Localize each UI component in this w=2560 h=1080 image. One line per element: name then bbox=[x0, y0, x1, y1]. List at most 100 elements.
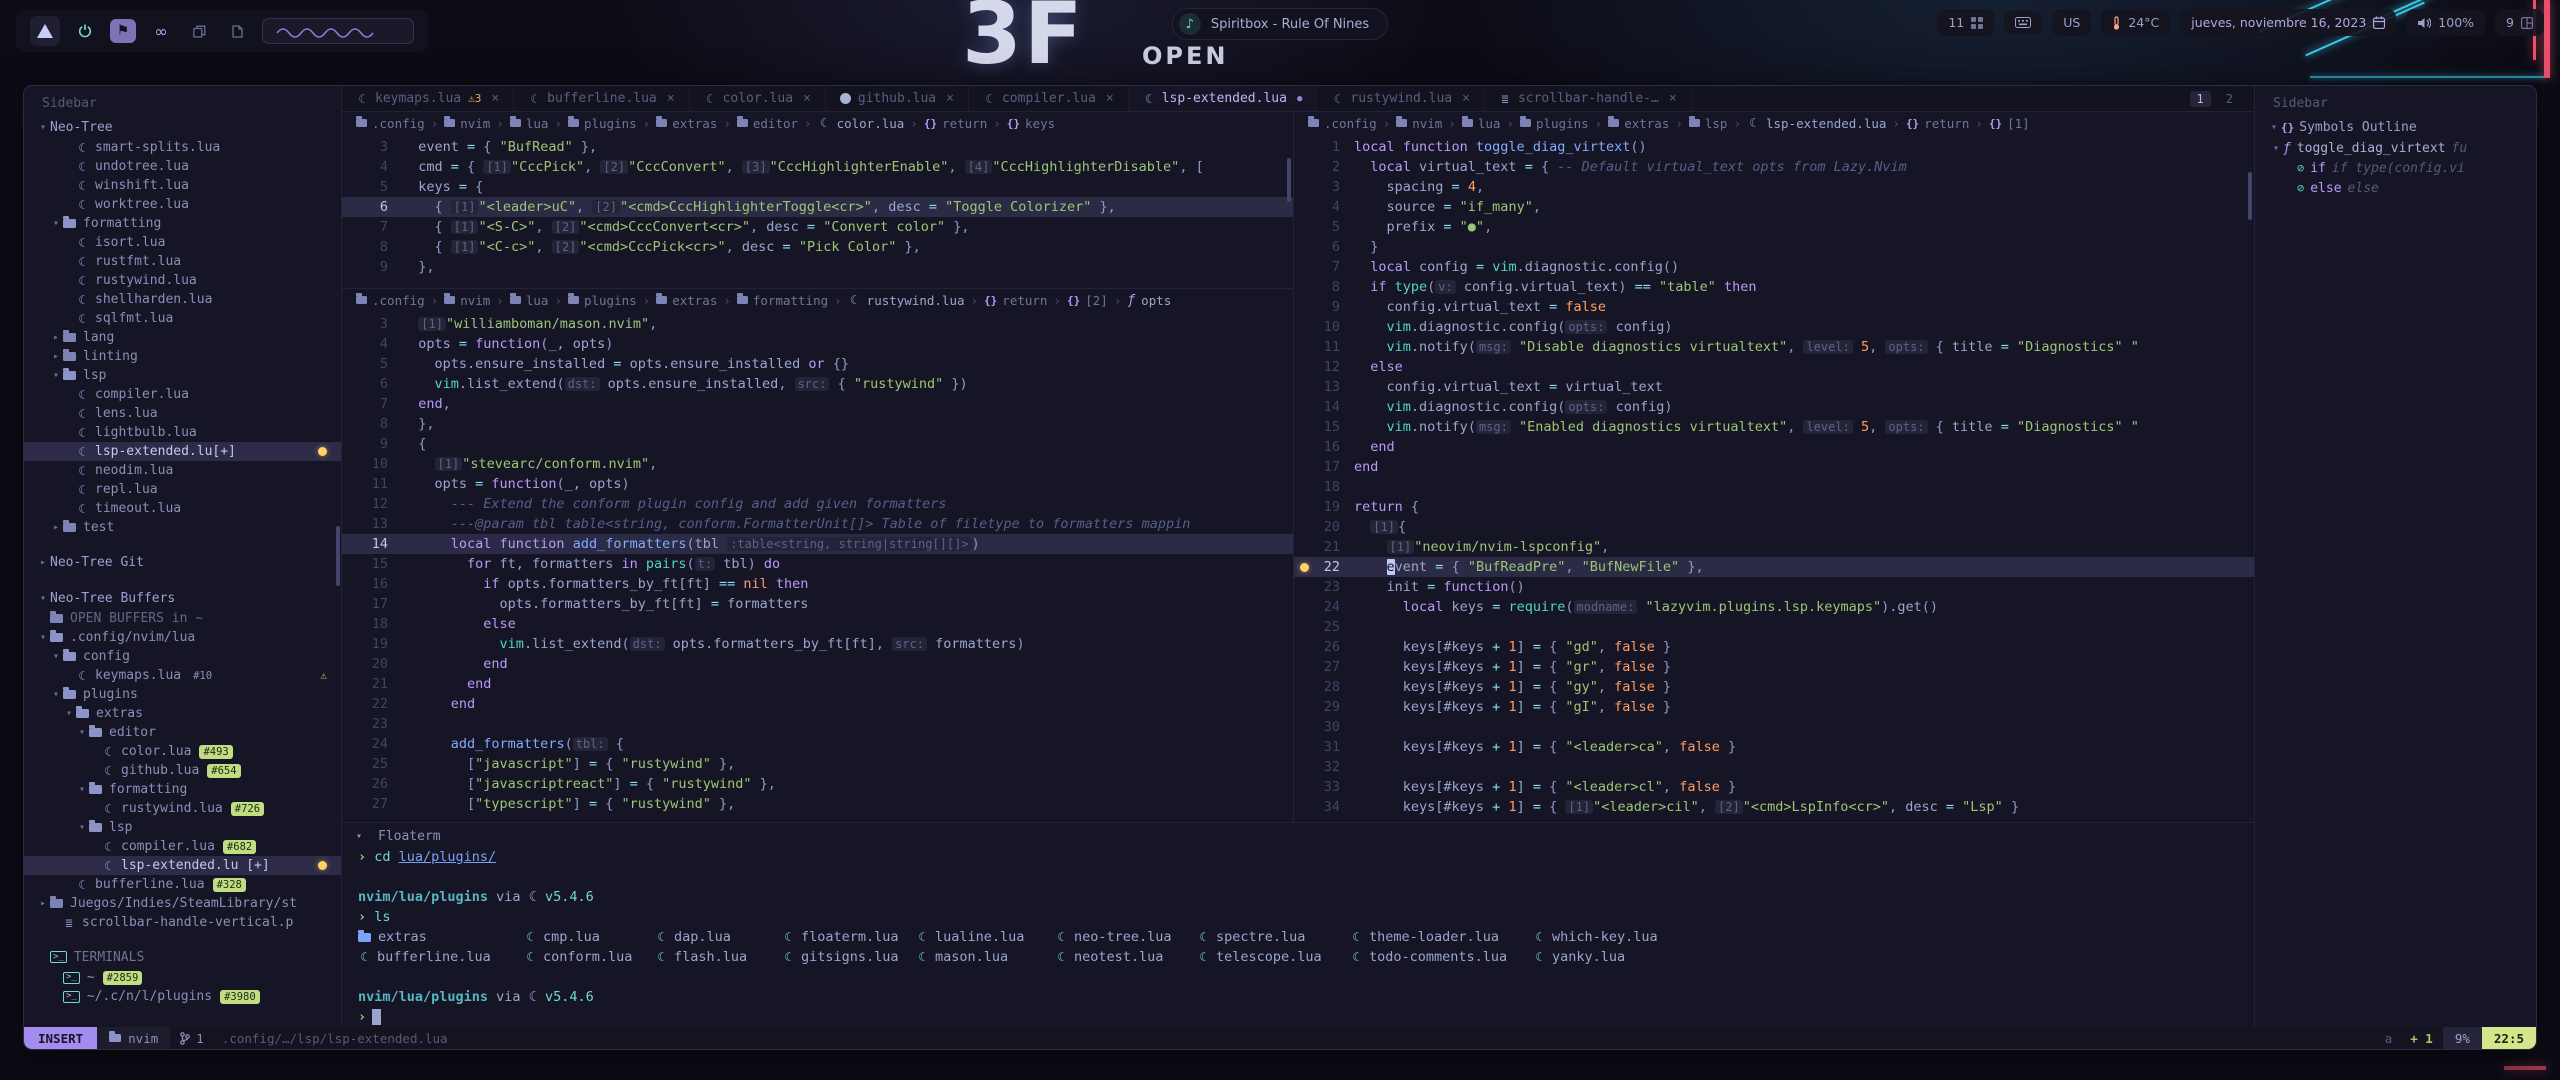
breadcrumb-item[interactable]: plugins bbox=[568, 116, 637, 131]
code-line[interactable]: 15 vim.notify(msg: "Enabled diagnostics … bbox=[1294, 417, 2254, 437]
tree-item-config-nvim-lua[interactable]: ▾.config/nvim/lua bbox=[24, 628, 341, 647]
code-line[interactable]: 21 [1]"neovim/nvim-lspconfig", bbox=[1294, 537, 2254, 557]
file-entry-neo-tree-lua[interactable]: ☾neo-tree.lua bbox=[1055, 929, 1197, 945]
file-entry-flash-lua[interactable]: ☾flash.lua bbox=[655, 949, 782, 965]
code-line[interactable]: 25 bbox=[1294, 617, 2254, 637]
code-line[interactable]: 4 opts = function(_, opts) bbox=[342, 334, 1293, 354]
tree-item-rustfmt-lua[interactable]: ☾rustfmt.lua bbox=[24, 252, 341, 271]
code-line[interactable]: 8 if type(v: config.virtual_text) == "ta… bbox=[1294, 277, 2254, 297]
code-line[interactable]: 12 else bbox=[1294, 357, 2254, 377]
tab-scrollbar-handle[interactable]: ≣scrollbar-handle-…× bbox=[1485, 86, 1692, 111]
file-entry-floaterm-lua[interactable]: ☾floaterm.lua bbox=[782, 929, 916, 945]
code-line[interactable]: 20 [1]{ bbox=[1294, 517, 2254, 537]
code-line[interactable]: 7 end, bbox=[342, 394, 1293, 414]
code-line[interactable]: 27 keys[#keys + 1] = { "gr", false } bbox=[1294, 657, 2254, 677]
code-line[interactable]: 8 { [1]"<C-c>", [2]"<cmd>CccPick<cr>", d… bbox=[342, 237, 1293, 257]
breadcrumb-item[interactable]: {}[2] bbox=[1067, 293, 1108, 308]
breadcrumb-item[interactable]: extras bbox=[1608, 116, 1669, 131]
close-icon[interactable]: × bbox=[803, 91, 811, 106]
code-line[interactable]: 25 ["javascript"] = { "rustywind" }, bbox=[342, 754, 1293, 774]
code-line[interactable]: 6 vim.list_extend(dst: opts.ensure_insta… bbox=[342, 374, 1293, 394]
file-entry-conform-lua[interactable]: ☾conform.lua bbox=[524, 949, 655, 965]
close-icon[interactable]: × bbox=[667, 91, 675, 106]
tree-item-lsp[interactable]: ▾lsp bbox=[24, 818, 341, 837]
breadcrumb-item[interactable]: {}return bbox=[1906, 116, 1969, 131]
breadcrumb-item[interactable]: .config bbox=[1308, 116, 1377, 131]
file-entry-dap-lua[interactable]: ☾dap.lua bbox=[655, 929, 782, 945]
code-line[interactable]: 24 add_formatters(tbl: { bbox=[342, 734, 1293, 754]
code-line[interactable]: 22 end bbox=[342, 694, 1293, 714]
updates-pill[interactable]: 11 bbox=[1937, 9, 1994, 36]
code-line[interactable]: 26 keys[#keys + 1] = { "gd", false } bbox=[1294, 637, 2254, 657]
volume-pill[interactable]: 100% bbox=[2406, 9, 2485, 36]
breadcrumb-item[interactable]: lsp bbox=[1689, 116, 1728, 131]
file-entry-gitsigns-lua[interactable]: ☾gitsigns.lua bbox=[782, 949, 916, 965]
file-entry-which-key-lua[interactable]: ☾which-key.lua bbox=[1533, 929, 1658, 945]
tree-item-lens-lua[interactable]: ☾lens.lua bbox=[24, 404, 341, 423]
tab-lsp-extended-lua[interactable]: ☾lsp-extended.lua● bbox=[1129, 86, 1318, 111]
tab-compiler-lua[interactable]: ☾compiler.lua× bbox=[969, 86, 1129, 111]
tree-item-formatting[interactable]: ▾formatting bbox=[24, 780, 341, 799]
tree-item-rustywind-lua[interactable]: ☾rustywind.lua#726 bbox=[24, 799, 341, 818]
code-area[interactable]: 3 [1]"williamboman/mason.nvim",4 opts = … bbox=[342, 311, 1293, 822]
file-entry-spectre-lua[interactable]: ☾spectre.lua bbox=[1197, 929, 1350, 945]
file-entry-telescope-lua[interactable]: ☾telescope.lua bbox=[1197, 949, 1350, 965]
tree-item-timeout-lua[interactable]: ☾timeout.lua bbox=[24, 499, 341, 518]
tree-item-sqlfmt-lua[interactable]: ☾sqlfmt.lua bbox=[24, 309, 341, 328]
symbols-outline-header[interactable]: ▾{}Symbols Outline bbox=[2255, 116, 2536, 138]
code-line[interactable]: 7 local config = vim.diagnostic.config() bbox=[1294, 257, 2254, 277]
tree-item-editor[interactable]: ▾editor bbox=[24, 723, 341, 742]
tree-item-rustywind-lua[interactable]: ☾rustywind.lua bbox=[24, 271, 341, 290]
code-line[interactable]: 27 ["typescript"] = { "rustywind" }, bbox=[342, 794, 1293, 814]
code-line[interactable]: 34 keys[#keys + 1] = { [1]"<leader>cil",… bbox=[1294, 797, 2254, 817]
code-line[interactable]: 18 else bbox=[342, 614, 1293, 634]
code-line[interactable]: 32 bbox=[1294, 757, 2254, 777]
tab-bufferline-lua[interactable]: ☾bufferline.lua× bbox=[514, 86, 689, 111]
code-line[interactable]: 19 vim.list_extend(dst: opts.formatters_… bbox=[342, 634, 1293, 654]
launcher-icon[interactable] bbox=[30, 16, 60, 46]
terminal-body[interactable]: › cd lua/plugins/nvim/lua/plugins via ☾ … bbox=[342, 847, 2254, 1027]
workspace-flag-icon[interactable]: ⚑ bbox=[110, 19, 136, 43]
code-line[interactable]: 24 local keys = require(modname: "lazyvi… bbox=[1294, 597, 2254, 617]
code-line[interactable]: 19return { bbox=[1294, 497, 2254, 517]
code-line[interactable]: 3 event = { "BufRead" }, bbox=[342, 137, 1293, 157]
weather-pill[interactable]: 24°C bbox=[2101, 9, 2170, 36]
file-entry-yanky-lua[interactable]: ☾yanky.lua bbox=[1533, 949, 1625, 965]
tree-item-keymaps-lua[interactable]: ☾keymaps.lua#10⚠ bbox=[24, 666, 341, 685]
code-line[interactable]: 8 }, bbox=[342, 414, 1293, 434]
tree-item-plugins[interactable]: ▾plugins bbox=[24, 685, 341, 704]
code-line[interactable]: 15 for ft, formatters in pairs(t: tbl) d… bbox=[342, 554, 1293, 574]
tab-color-lua[interactable]: ☾color.lua× bbox=[690, 86, 826, 111]
section-header-neo-tree-buffers[interactable]: ▾Neo-Tree Buffers bbox=[24, 587, 341, 609]
breadcrumb-item[interactable]: ƒopts bbox=[1127, 293, 1171, 308]
code-line[interactable]: 2 local virtual_text = { -- Default virt… bbox=[1294, 157, 2254, 177]
file-entry-todo-comments-lua[interactable]: ☾todo-comments.lua bbox=[1350, 949, 1533, 965]
breadcrumb-item[interactable]: formatting bbox=[737, 293, 828, 308]
file-entry-extras[interactable]: extras bbox=[358, 929, 524, 945]
breadcrumb-item[interactable]: nvim bbox=[444, 293, 490, 308]
breadcrumb-item[interactable]: {}[1] bbox=[1989, 116, 2030, 131]
tree-item-shellharden-lua[interactable]: ☾shellharden.lua bbox=[24, 290, 341, 309]
code-line[interactable]: 23 bbox=[342, 714, 1293, 734]
breadcrumb-item[interactable]: extras bbox=[656, 116, 717, 131]
tree-item-bufferline-lua[interactable]: ☾bufferline.lua#328 bbox=[24, 875, 341, 894]
code-line[interactable]: 9 }, bbox=[342, 257, 1293, 277]
code-line[interactable]: 4 cmd = { [1]"CccPick", [2]"CccConvert",… bbox=[342, 157, 1293, 177]
code-line[interactable]: 26 ["javascriptreact"] = { "rustywind" }… bbox=[342, 774, 1293, 794]
section-header-terminals[interactable]: >_TERMINALS bbox=[24, 946, 341, 968]
code-line[interactable]: 28 keys[#keys + 1] = { "gy", false } bbox=[1294, 677, 2254, 697]
infinity-icon[interactable]: ∞ bbox=[148, 19, 174, 43]
section-header-neo-tree-git[interactable]: ▸Neo-Tree Git bbox=[24, 551, 341, 573]
tree-item-neodim-lua[interactable]: ☾neodim.lua bbox=[24, 461, 341, 480]
tree-item-formatting[interactable]: ▾formatting bbox=[24, 214, 341, 233]
close-icon[interactable]: × bbox=[491, 91, 499, 106]
breadcrumb-item[interactable]: lua bbox=[510, 116, 549, 131]
tree-item-worktree-lua[interactable]: ☾worktree.lua bbox=[24, 195, 341, 214]
tree-item-extras[interactable]: ▾extras bbox=[24, 704, 341, 723]
pane-scrollbar[interactable] bbox=[1287, 158, 1291, 202]
breadcrumb-item[interactable]: ☾rustywind.lua bbox=[848, 293, 965, 308]
pane-scrollbar[interactable] bbox=[2248, 172, 2252, 220]
code-line[interactable]: 1local function toggle_diag_virtext() bbox=[1294, 137, 2254, 157]
code-line[interactable]: 10 vim.diagnostic.config(opts: config) bbox=[1294, 317, 2254, 337]
tree-item-lang[interactable]: ▸lang bbox=[24, 328, 341, 347]
